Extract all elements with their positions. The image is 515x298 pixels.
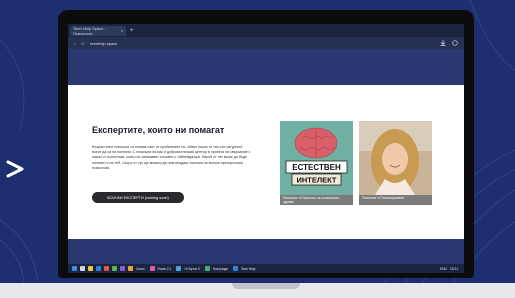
close-tab-icon[interactable]: × xyxy=(121,28,123,33)
search-icon[interactable] xyxy=(80,266,85,271)
page-title: Експертите, които ни помагат xyxy=(92,125,225,135)
expert-caption: Психолог и Психолог за психичното здраве xyxy=(280,195,353,205)
profile-icon[interactable] xyxy=(452,40,458,46)
expert-photo: ЕСТЕСТВЕН ИНТЕЛЕКТ xyxy=(280,121,353,195)
app-icon[interactable] xyxy=(176,266,182,271)
card-image-text-2: ИНТЕЛЕКТ xyxy=(296,176,336,185)
app-icon[interactable] xyxy=(149,266,155,271)
laptop-notch xyxy=(232,283,300,289)
tab-bar: Teen Help Space - Психологи × + xyxy=(68,24,464,37)
clock[interactable]: 15:21 xyxy=(450,267,458,271)
app-icon[interactable] xyxy=(120,266,125,271)
laptop-frame: Teen Help Space - Психологи × + ‹ C teen… xyxy=(58,10,474,278)
expert-card[interactable]: Психолог и Психотерапевт xyxy=(359,121,432,205)
edge-icon[interactable] xyxy=(96,266,101,271)
chrome-icon[interactable] xyxy=(104,266,109,271)
chevron-arrow-icon xyxy=(6,160,24,178)
taskbar-label[interactable]: OI Бутон 9 xyxy=(184,267,199,271)
taskbar: Camo Room 2.1 OI Бутон 9 Нов разде Teen … xyxy=(68,264,464,273)
site-footer xyxy=(68,239,464,264)
download-icon[interactable] xyxy=(440,40,446,46)
browser-tab[interactable]: Teen Help Space - Психологи × xyxy=(70,25,126,36)
expert-caption: Психолог и Психотерапевт xyxy=(359,195,432,205)
app-icon[interactable] xyxy=(233,266,239,271)
files-icon[interactable] xyxy=(88,266,93,271)
app-icon[interactable] xyxy=(128,266,133,271)
expert-card[interactable]: ЕСТЕСТВЕН ИНТЕЛЕКТ Психолог и Психолог з… xyxy=(280,121,353,205)
new-tab-button[interactable]: + xyxy=(130,28,134,34)
expert-photo xyxy=(359,121,432,195)
taskbar-label[interactable]: Camo xyxy=(136,267,145,271)
taskbar-label[interactable]: Teen Help xyxy=(241,267,255,271)
tab-title: Teen Help Space - Психологи xyxy=(73,25,106,36)
section-description: Възрастните понякога са голяма част от п… xyxy=(92,145,251,170)
taskbar-label[interactable]: Нов разде xyxy=(213,267,228,271)
language-indicator[interactable]: ENG xyxy=(440,267,447,271)
site-header xyxy=(68,49,464,85)
address-bar: ‹ C teenhelp.space xyxy=(68,37,464,49)
experts-section: Експертите, които ни помагат Възрастните… xyxy=(68,85,464,239)
start-icon[interactable] xyxy=(72,266,77,271)
app-icon[interactable] xyxy=(112,266,117,271)
taskbar-label[interactable]: Room 2.1 xyxy=(158,267,172,271)
reload-icon[interactable]: C xyxy=(81,41,84,46)
browser-window: Teen Help Space - Психологи × + ‹ C teen… xyxy=(68,24,464,273)
card-image-text-1: ЕСТЕСТВЕН xyxy=(292,163,341,172)
back-icon[interactable]: ‹ xyxy=(74,41,75,46)
all-experts-button[interactable]: ВСИЧКИ ЕКСПЕРТИ (coming soon) xyxy=(92,192,184,203)
url-field[interactable]: teenhelp.space xyxy=(90,41,434,46)
app-icon[interactable] xyxy=(204,266,210,271)
